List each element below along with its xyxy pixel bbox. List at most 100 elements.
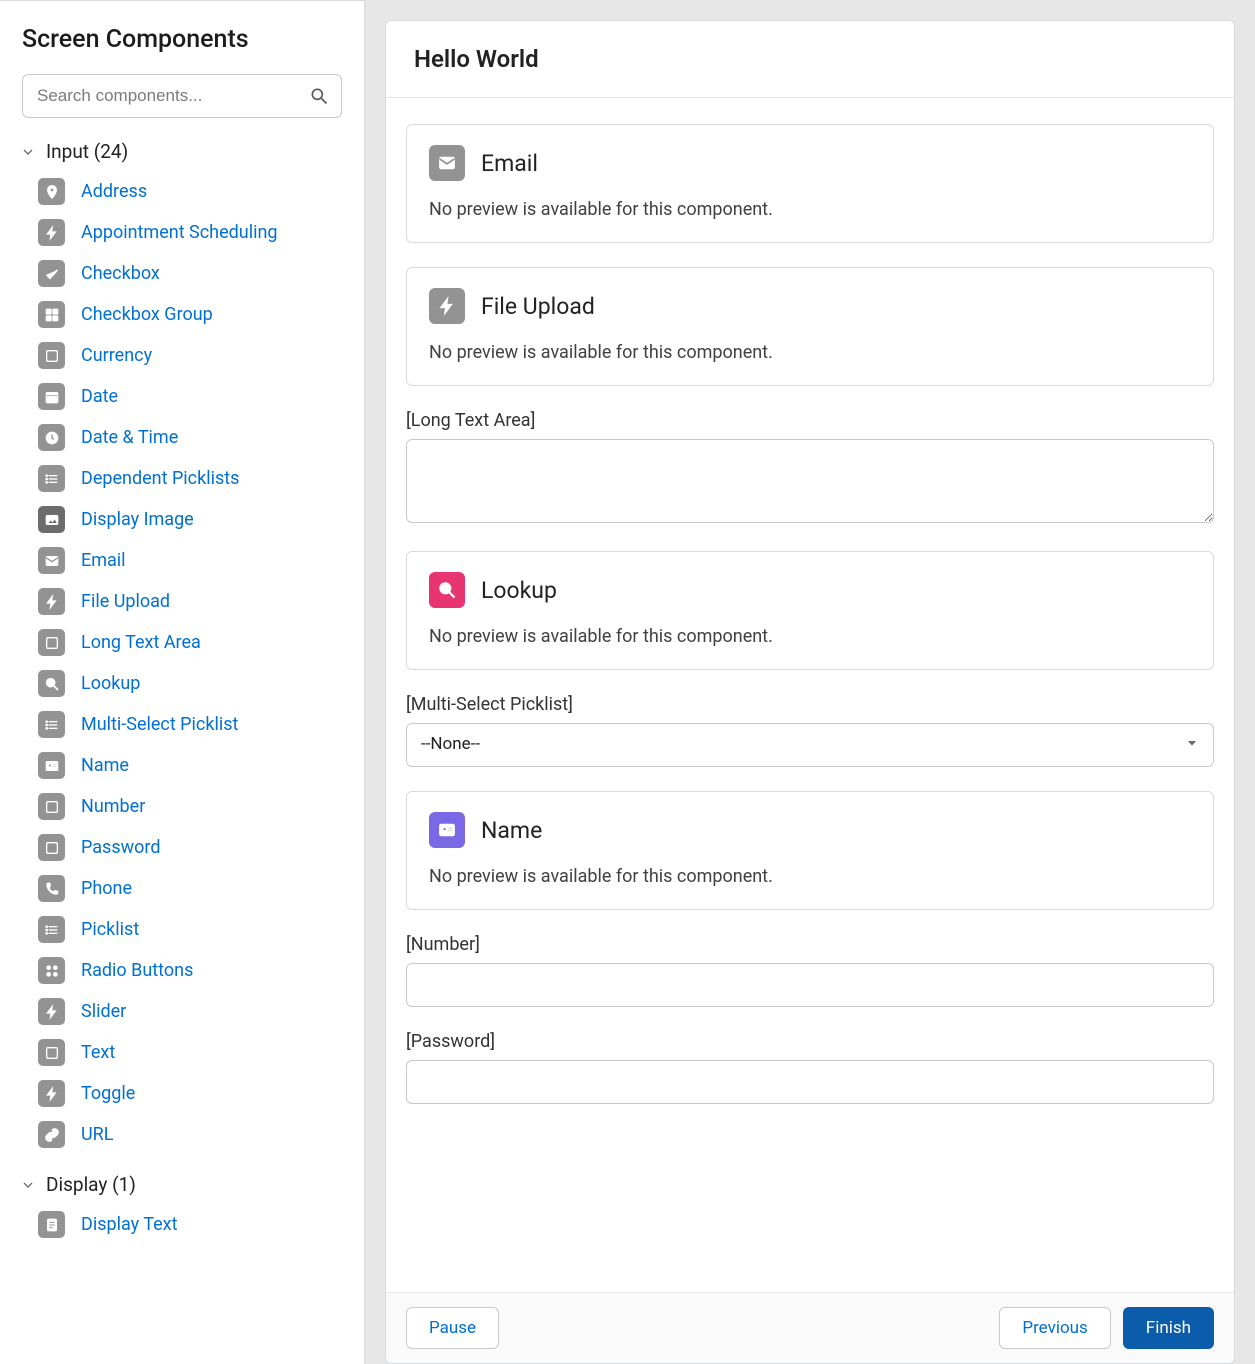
search-icon (38, 670, 65, 697)
preview-title: Lookup (481, 577, 557, 604)
component-item[interactable]: File Upload (0, 581, 364, 622)
id-icon (38, 752, 65, 779)
preview-subtext: No preview is available for this compone… (429, 626, 1191, 647)
field-label: [Number] (406, 934, 1214, 955)
box-icon (38, 834, 65, 861)
preview-subtext: No preview is available for this compone… (429, 342, 1191, 363)
component-label: Picklist (81, 919, 139, 940)
component-label: Date & Time (81, 427, 178, 448)
component-item[interactable]: Display Image (0, 499, 364, 540)
component-item[interactable]: Multi-Select Picklist (0, 704, 364, 745)
component-item[interactable]: Appointment Scheduling (0, 212, 364, 253)
component-item[interactable]: Date & Time (0, 417, 364, 458)
component-label: Display Image (81, 509, 194, 530)
component-item[interactable]: Email (0, 540, 364, 581)
component-label: Display Text (81, 1214, 178, 1235)
radio-icon (38, 957, 65, 984)
component-label: URL (81, 1124, 113, 1145)
finish-button[interactable]: Finish (1123, 1307, 1214, 1349)
preview-title: Email (481, 150, 538, 177)
group-label: Input (24) (46, 140, 128, 163)
id-icon (429, 812, 465, 848)
component-item[interactable]: Number (0, 786, 364, 827)
component-item[interactable]: Date (0, 376, 364, 417)
box-icon (38, 342, 65, 369)
search-input[interactable] (37, 86, 299, 106)
component-item[interactable]: Toggle (0, 1073, 364, 1114)
field-label: [Long Text Area] (406, 410, 1214, 431)
component-item[interactable]: Picklist (0, 909, 364, 950)
doc-icon (38, 1211, 65, 1238)
component-label: Checkbox (81, 263, 160, 284)
preview-subtext: No preview is available for this compone… (429, 866, 1191, 887)
long-text-area-input[interactable] (406, 439, 1214, 523)
page-title: Hello World (386, 21, 1234, 98)
search-icon (309, 86, 329, 106)
previous-button[interactable]: Previous (999, 1307, 1110, 1349)
component-label: Phone (81, 878, 132, 899)
search-box[interactable] (22, 74, 342, 118)
search-icon (429, 572, 465, 608)
preview-subtext: No preview is available for this compone… (429, 199, 1191, 220)
multi-select-picklist[interactable]: --None-- (406, 723, 1214, 767)
preview-block[interactable]: Email No preview is available for this co… (406, 124, 1214, 243)
mail-icon (38, 547, 65, 574)
component-item[interactable]: URL (0, 1114, 364, 1155)
preview-block[interactable]: File Upload No preview is available for t… (406, 267, 1214, 386)
component-item[interactable]: Password (0, 827, 364, 868)
sidebar-title: Screen Components (0, 25, 364, 74)
component-item[interactable]: Address (0, 171, 364, 212)
field-label: [Password] (406, 1031, 1214, 1052)
phone-icon (38, 875, 65, 902)
group-header-input[interactable]: Input (24) (0, 132, 364, 171)
component-label: Email (81, 550, 126, 571)
component-label: Date (81, 386, 118, 407)
component-label: File Upload (81, 591, 170, 612)
component-label: Text (81, 1042, 115, 1063)
pause-button[interactable]: Pause (406, 1307, 499, 1349)
group-label: Display (1) (46, 1173, 136, 1196)
card-footer: Pause Previous Finish (386, 1292, 1234, 1363)
screen-card: Hello World Email No preview is available… (385, 20, 1235, 1364)
component-item[interactable]: Radio Buttons (0, 950, 364, 991)
component-label: Lookup (81, 673, 140, 694)
component-item[interactable]: Display Text (0, 1204, 364, 1245)
component-item[interactable]: Lookup (0, 663, 364, 704)
location-icon (38, 178, 65, 205)
component-item[interactable]: Name (0, 745, 364, 786)
clock-icon (38, 424, 65, 451)
component-item[interactable]: Long Text Area (0, 622, 364, 663)
component-item[interactable]: Checkbox Group (0, 294, 364, 335)
checkgroup-icon (38, 301, 65, 328)
component-label: Password (81, 837, 161, 858)
component-label: Long Text Area (81, 632, 201, 653)
component-item[interactable]: Currency (0, 335, 364, 376)
list-icon (38, 465, 65, 492)
chevron-down-icon (20, 1177, 36, 1193)
check-icon (38, 260, 65, 287)
preview-title: File Upload (481, 293, 595, 320)
component-label: Checkbox Group (81, 304, 213, 325)
preview-block[interactable]: Lookup No preview is available for this c… (406, 551, 1214, 670)
box-icon (38, 1039, 65, 1066)
group-header-display[interactable]: Display (1) (0, 1165, 364, 1204)
list-icon (38, 711, 65, 738)
preview-title: Name (481, 817, 542, 844)
component-label: Dependent Picklists (81, 468, 239, 489)
component-item[interactable]: Slider (0, 991, 364, 1032)
bolt-icon (38, 998, 65, 1025)
component-label: Multi-Select Picklist (81, 714, 238, 735)
box-icon (38, 629, 65, 656)
password-input[interactable] (406, 1060, 1214, 1104)
sidebar: Screen Components Input (24) AddressAppoi… (0, 0, 365, 1364)
bolt-icon (38, 1080, 65, 1107)
component-item[interactable]: Checkbox (0, 253, 364, 294)
number-input[interactable] (406, 963, 1214, 1007)
component-label: Slider (81, 1001, 126, 1022)
component-item[interactable]: Phone (0, 868, 364, 909)
preview-block[interactable]: Name No preview is available for this com… (406, 791, 1214, 910)
component-label: Toggle (81, 1083, 135, 1104)
component-item[interactable]: Dependent Picklists (0, 458, 364, 499)
component-item[interactable]: Text (0, 1032, 364, 1073)
link-icon (38, 1121, 65, 1148)
